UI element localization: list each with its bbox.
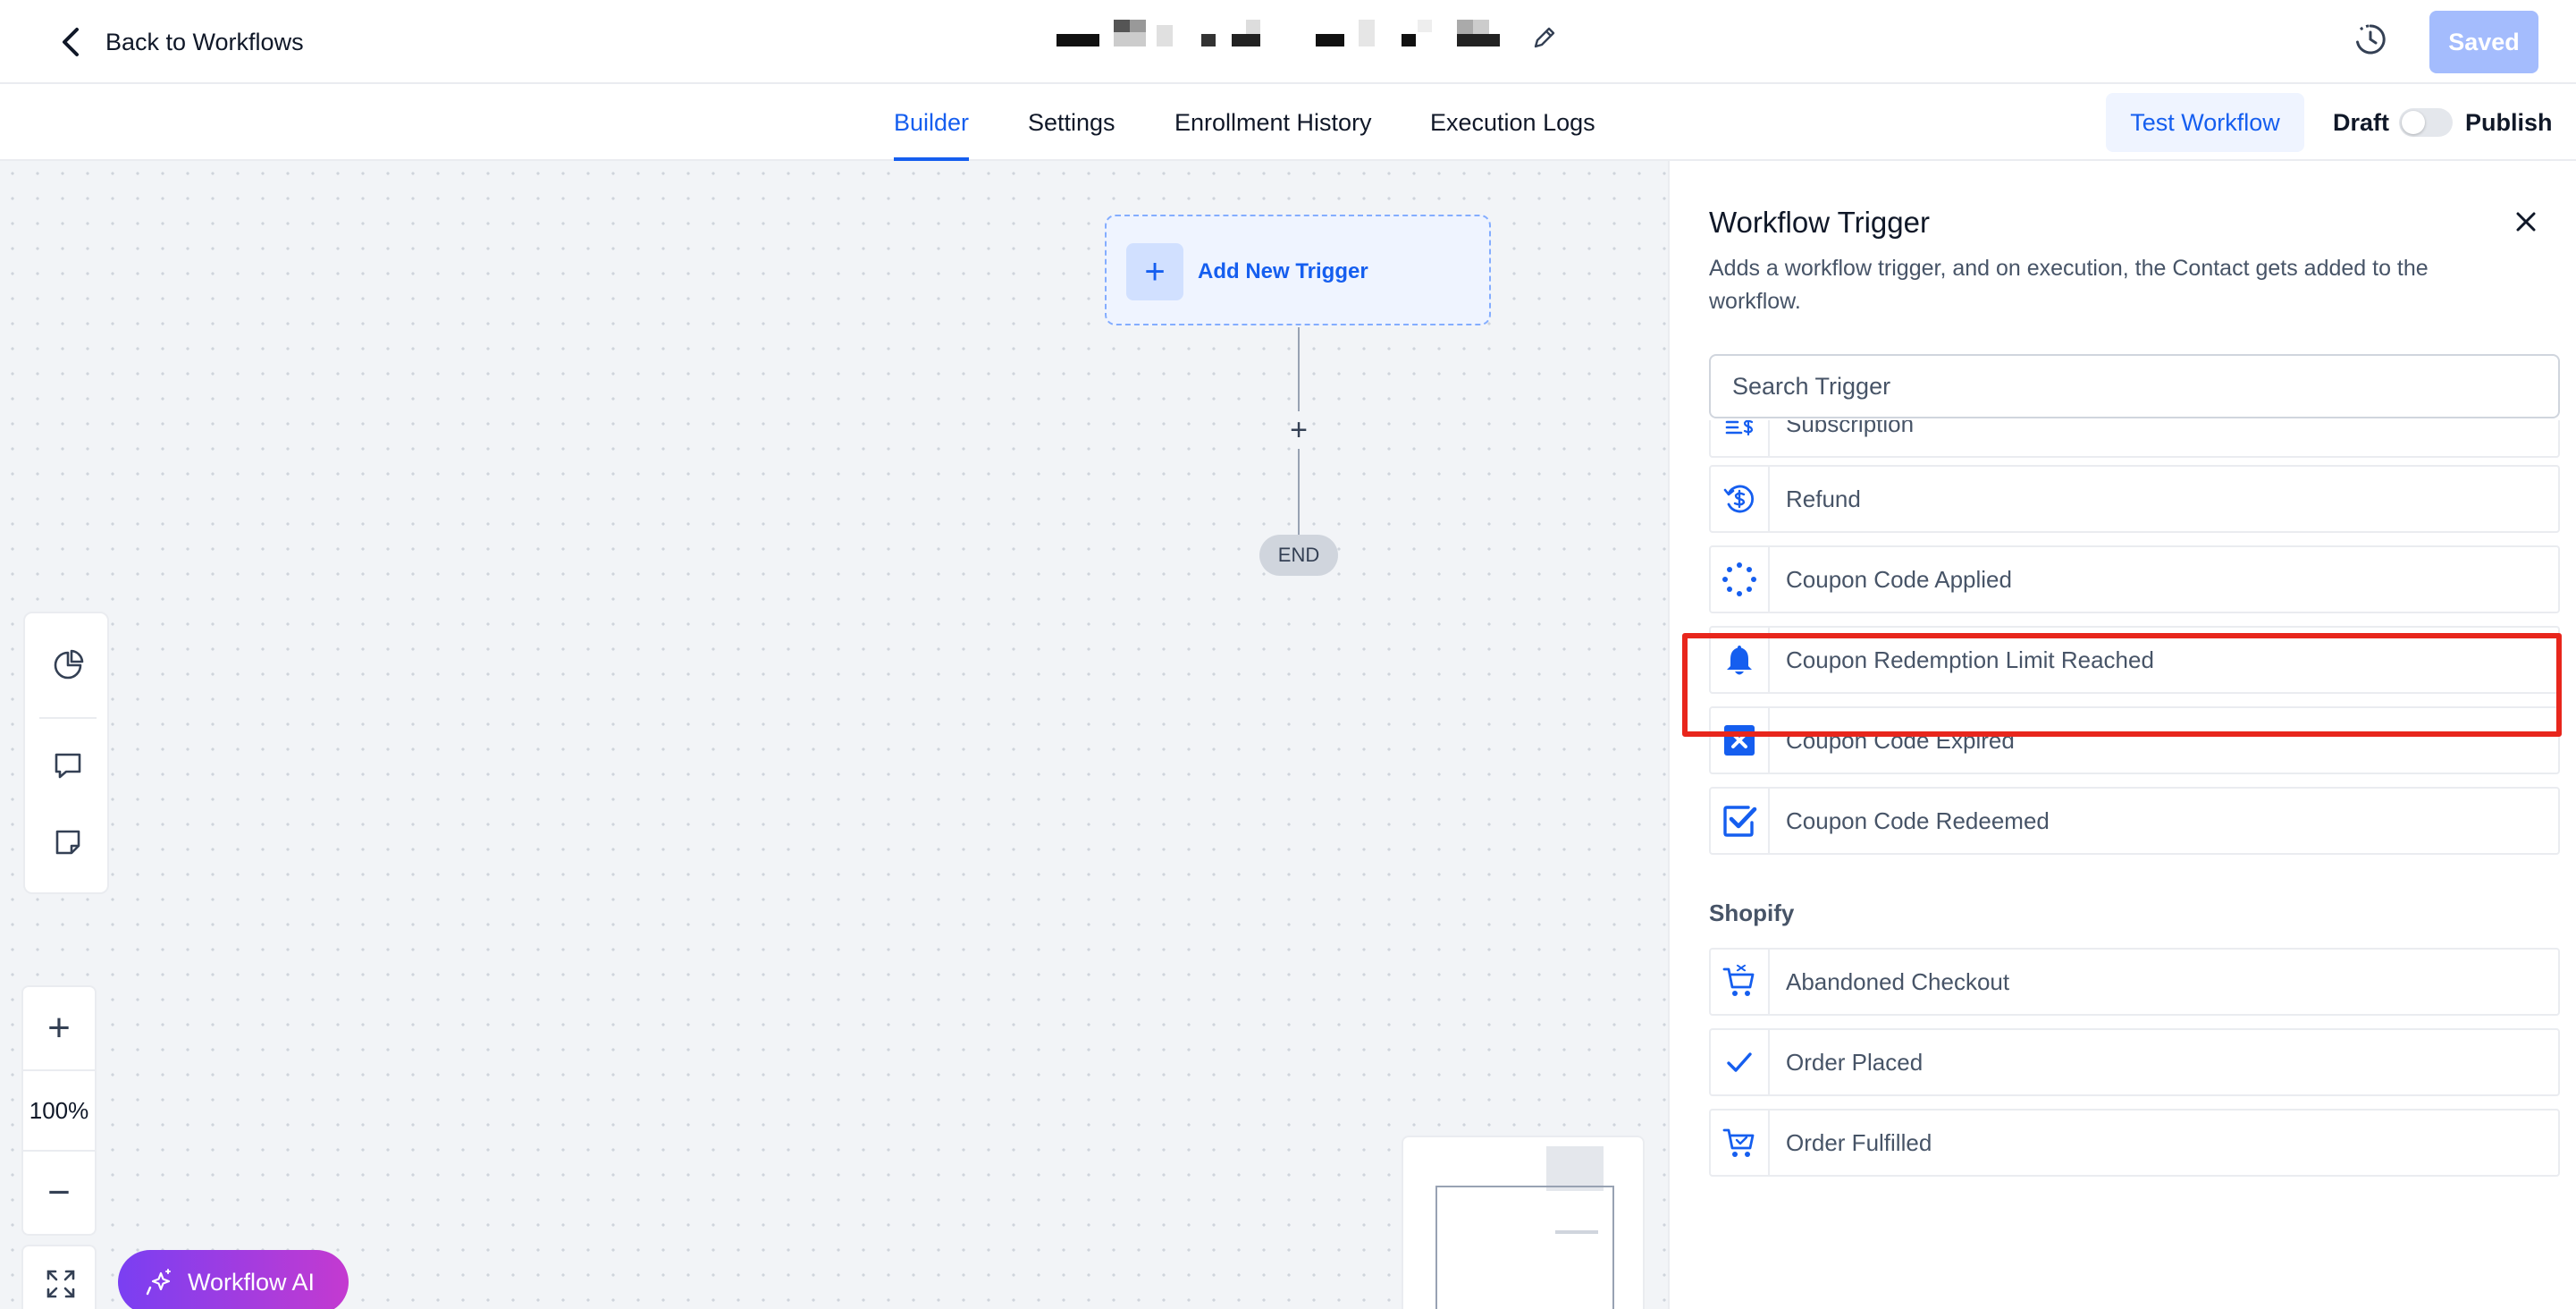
trigger-item-coupon-code-redeemed[interactable]: Coupon Code Redeemed	[1709, 787, 2560, 855]
shopify-section-heading: Shopify	[1709, 899, 1795, 926]
trigger-item-abandoned-checkout[interactable]: Abandoned Checkout	[1709, 948, 2560, 1016]
trigger-item-label: Order Placed	[1786, 1048, 1924, 1076]
trigger-item-label: Order Fulfilled	[1786, 1128, 1932, 1156]
saved-button[interactable]: Saved	[2429, 11, 2538, 73]
pencil-icon[interactable]	[1530, 23, 1559, 52]
trigger-list: Subscription Refund Coupon Code Applied …	[1709, 420, 2560, 1309]
connector-line	[1298, 327, 1300, 411]
history-icon[interactable]	[2353, 21, 2388, 57]
refund-icon	[1711, 467, 1770, 531]
add-step-button[interactable]: +	[1282, 413, 1316, 447]
cart-icon	[1711, 1111, 1770, 1175]
trigger-item-coupon-redemption-limit-reached[interactable]: Coupon Redemption Limit Reached	[1709, 626, 2560, 694]
plus-icon: +	[1126, 243, 1183, 300]
x-square-icon	[1711, 708, 1770, 773]
trigger-item-label: Coupon Redemption Limit Reached	[1786, 646, 2154, 673]
add-trigger-label: Add New Trigger	[1198, 259, 1368, 283]
minimap-node	[1555, 1230, 1598, 1234]
workflow-canvas[interactable]: + Add New Trigger + END + 100% − Workflo…	[0, 161, 1668, 1309]
trigger-item-coupon-code-applied[interactable]: Coupon Code Applied	[1709, 545, 2560, 613]
trigger-item-label: Coupon Code Expired	[1786, 726, 2015, 754]
top-bar: Back to Workflows Saved	[0, 0, 2576, 84]
workflow-trigger-panel: Workflow Trigger Adds a workflow trigger…	[1668, 161, 2576, 1309]
close-icon[interactable]	[2512, 207, 2540, 236]
workflow-ai-button[interactable]: Workflow AI	[118, 1250, 349, 1309]
comment-icon[interactable]	[50, 747, 86, 783]
subscription-icon	[1711, 420, 1770, 456]
trigger-item-refund[interactable]: Refund	[1709, 465, 2560, 533]
zoom-out-button[interactable]: −	[23, 1152, 95, 1234]
sticky-note-icon[interactable]	[50, 824, 86, 860]
panel-title: Workflow Trigger	[1709, 206, 1930, 239]
search-trigger-input[interactable]	[1709, 354, 2560, 418]
tab-enrollment-history[interactable]: Enrollment History	[1174, 84, 1372, 161]
test-workflow-button[interactable]: Test Workflow	[2106, 93, 2304, 152]
pie-chart-icon[interactable]	[50, 647, 86, 683]
check-square-icon	[1711, 789, 1770, 853]
sparkle-icon	[146, 1269, 171, 1296]
trigger-item-label: Refund	[1786, 485, 1861, 512]
canvas-toolbox	[23, 612, 109, 894]
back-label: Back to Workflows	[105, 28, 304, 55]
panel-description: Adds a workflow trigger, and on executio…	[1709, 256, 2429, 314]
cart-icon	[1711, 950, 1770, 1014]
expand-icon	[46, 1270, 75, 1298]
dotted-circle-icon	[1711, 547, 1770, 612]
chevron-left-icon	[63, 28, 79, 56]
minimap-viewport[interactable]	[1435, 1186, 1614, 1309]
tabs-bar: Builder Settings Enrollment History Exec…	[0, 84, 2576, 161]
end-node: END	[1259, 535, 1338, 576]
trigger-item-subscription[interactable]: Subscription	[1709, 420, 2560, 458]
toolbox-divider	[39, 717, 97, 719]
workflow-name-redacted[interactable]	[1056, 20, 1503, 55]
trigger-item-order-fulfilled[interactable]: Order Fulfilled	[1709, 1109, 2560, 1177]
zoom-controls: + 100% −	[21, 985, 97, 1236]
fit-view-button[interactable]	[21, 1245, 97, 1309]
bell-icon	[1711, 628, 1770, 692]
minimap-node	[1546, 1146, 1604, 1191]
trigger-item-label: Coupon Code Applied	[1786, 565, 2012, 593]
minimap[interactable]	[1402, 1136, 1645, 1309]
publish-label: Publish	[2465, 108, 2553, 136]
zoom-in-button[interactable]: +	[23, 987, 95, 1069]
publish-toggle[interactable]	[2399, 108, 2453, 137]
trigger-item-order-placed[interactable]: Order Placed	[1709, 1028, 2560, 1096]
trigger-item-label: Coupon Code Redeemed	[1786, 807, 2050, 834]
tab-execution-logs[interactable]: Execution Logs	[1430, 84, 1595, 161]
draft-label: Draft	[2333, 108, 2390, 136]
back-to-workflows-link[interactable]: Back to Workflows	[59, 21, 304, 63]
check-icon	[1711, 1030, 1770, 1094]
trigger-item-label: Abandoned Checkout	[1786, 967, 2010, 995]
add-new-trigger-card[interactable]: + Add New Trigger	[1105, 215, 1491, 325]
trigger-item-label: Subscription	[1786, 420, 1915, 437]
tab-builder[interactable]: Builder	[894, 84, 970, 161]
zoom-level: 100%	[23, 1069, 95, 1152]
connector-line	[1298, 449, 1300, 535]
tab-settings[interactable]: Settings	[1028, 84, 1115, 161]
trigger-item-coupon-code-expired[interactable]: Coupon Code Expired	[1709, 706, 2560, 774]
workflow-ai-label: Workflow AI	[188, 1268, 316, 1296]
